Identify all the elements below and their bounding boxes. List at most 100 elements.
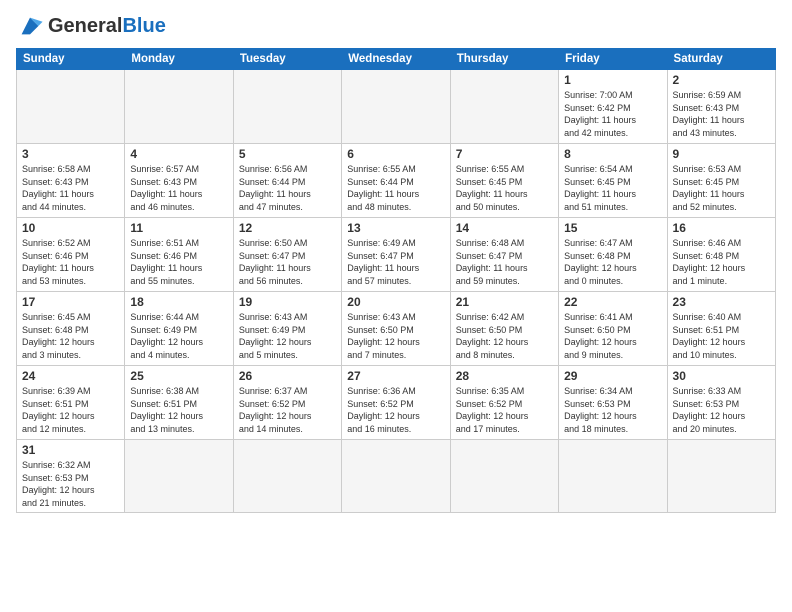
- day-info: Sunrise: 6:50 AM Sunset: 6:47 PM Dayligh…: [239, 237, 336, 287]
- day-number: 28: [456, 369, 553, 383]
- calendar-cell: 4 Sunrise: 6:57 AM Sunset: 6:43 PM Daylig…: [125, 144, 233, 218]
- weekday-header-row: Sunday Monday Tuesday Wednesday Thursday…: [17, 49, 776, 70]
- day-info: Sunrise: 6:49 AM Sunset: 6:47 PM Dayligh…: [347, 237, 444, 287]
- calendar-cell: [125, 440, 233, 513]
- calendar-cell: 9Sunrise: 6:53 AM Sunset: 6:45 PM Daylig…: [667, 144, 775, 218]
- day-number: 11: [130, 221, 227, 235]
- day-info: Sunrise: 6:56 AM Sunset: 6:44 PM Dayligh…: [239, 163, 336, 213]
- day-info: Sunrise: 6:51 AM Sunset: 6:46 PM Dayligh…: [130, 237, 227, 287]
- calendar-cell: 10 Sunrise: 6:52 AM Sunset: 6:46 PM Dayli…: [17, 218, 125, 292]
- day-number: 19: [239, 295, 336, 309]
- week-row: 10 Sunrise: 6:52 AM Sunset: 6:46 PM Dayli…: [17, 218, 776, 292]
- day-number: 16: [673, 221, 770, 235]
- day-number: 21: [456, 295, 553, 309]
- col-tuesday: Tuesday: [233, 49, 341, 70]
- day-number: 6: [347, 147, 444, 161]
- calendar-cell: 17 Sunrise: 6:45 AM Sunset: 6:48 PM Dayli…: [17, 292, 125, 366]
- week-row: 31Sunrise: 6:32 AM Sunset: 6:53 PM Dayli…: [17, 440, 776, 513]
- day-number: 15: [564, 221, 661, 235]
- day-number: 25: [130, 369, 227, 383]
- week-row: 1 Sunrise: 7:00 AM Sunset: 6:42 PM Daylig…: [17, 70, 776, 144]
- day-info: Sunrise: 6:55 AM Sunset: 6:44 PM Dayligh…: [347, 163, 444, 213]
- page: GeneralBlue Sunday Monday Tuesday Wednes…: [0, 0, 792, 612]
- day-info: Sunrise: 6:57 AM Sunset: 6:43 PM Dayligh…: [130, 163, 227, 213]
- calendar-cell: 16 Sunrise: 6:46 AM Sunset: 6:48 PM Dayli…: [667, 218, 775, 292]
- day-info: Sunrise: 6:52 AM Sunset: 6:46 PM Dayligh…: [22, 237, 119, 287]
- col-saturday: Saturday: [667, 49, 775, 70]
- calendar-cell: 22Sunrise: 6:41 AM Sunset: 6:50 PM Dayli…: [559, 292, 667, 366]
- day-info: Sunrise: 6:44 AM Sunset: 6:49 PM Dayligh…: [130, 311, 227, 361]
- calendar-cell: [342, 440, 450, 513]
- calendar-cell: 19 Sunrise: 6:43 AM Sunset: 6:49 PM Dayli…: [233, 292, 341, 366]
- day-info: Sunrise: 6:47 AM Sunset: 6:48 PM Dayligh…: [564, 237, 661, 287]
- day-number: 27: [347, 369, 444, 383]
- calendar-cell: 8 Sunrise: 6:54 AM Sunset: 6:45 PM Daylig…: [559, 144, 667, 218]
- day-info: Sunrise: 6:43 AM Sunset: 6:49 PM Dayligh…: [239, 311, 336, 361]
- day-number: 17: [22, 295, 119, 309]
- day-number: 26: [239, 369, 336, 383]
- calendar-cell: [559, 440, 667, 513]
- day-number: 10: [22, 221, 119, 235]
- col-sunday: Sunday: [17, 49, 125, 70]
- calendar-cell: 18 Sunrise: 6:44 AM Sunset: 6:49 PM Dayli…: [125, 292, 233, 366]
- day-number: 5: [239, 147, 336, 161]
- calendar-cell: 25Sunrise: 6:38 AM Sunset: 6:51 PM Dayli…: [125, 366, 233, 440]
- day-number: 4: [130, 147, 227, 161]
- day-info: Sunrise: 6:55 AM Sunset: 6:45 PM Dayligh…: [456, 163, 553, 213]
- day-info: Sunrise: 6:40 AM Sunset: 6:51 PM Dayligh…: [673, 311, 770, 361]
- calendar-cell: 31Sunrise: 6:32 AM Sunset: 6:53 PM Dayli…: [17, 440, 125, 513]
- day-number: 29: [564, 369, 661, 383]
- col-thursday: Thursday: [450, 49, 558, 70]
- calendar-cell: 12Sunrise: 6:50 AM Sunset: 6:47 PM Dayli…: [233, 218, 341, 292]
- calendar-cell: 21 Sunrise: 6:42 AM Sunset: 6:50 PM Dayli…: [450, 292, 558, 366]
- calendar-cell: 11 Sunrise: 6:51 AM Sunset: 6:46 PM Dayli…: [125, 218, 233, 292]
- calendar-table: Sunday Monday Tuesday Wednesday Thursday…: [16, 48, 776, 513]
- calendar-cell: 23 Sunrise: 6:40 AM Sunset: 6:51 PM Dayli…: [667, 292, 775, 366]
- logo: GeneralBlue: [16, 12, 166, 40]
- calendar-cell: 3Sunrise: 6:58 AM Sunset: 6:43 PM Daylig…: [17, 144, 125, 218]
- calendar-cell: [342, 70, 450, 144]
- calendar-cell: 2Sunrise: 6:59 AM Sunset: 6:43 PM Daylig…: [667, 70, 775, 144]
- calendar-cell: 14 Sunrise: 6:48 AM Sunset: 6:47 PM Dayli…: [450, 218, 558, 292]
- day-info: Sunrise: 6:37 AM Sunset: 6:52 PM Dayligh…: [239, 385, 336, 435]
- week-row: 3Sunrise: 6:58 AM Sunset: 6:43 PM Daylig…: [17, 144, 776, 218]
- header: GeneralBlue: [16, 12, 776, 40]
- generalblue-logo-icon: [16, 12, 44, 40]
- day-number: 23: [673, 295, 770, 309]
- calendar-cell: 15 Sunrise: 6:47 AM Sunset: 6:48 PM Dayli…: [559, 218, 667, 292]
- col-wednesday: Wednesday: [342, 49, 450, 70]
- calendar-cell: [233, 440, 341, 513]
- calendar-cell: [125, 70, 233, 144]
- day-info: Sunrise: 6:48 AM Sunset: 6:47 PM Dayligh…: [456, 237, 553, 287]
- day-number: 24: [22, 369, 119, 383]
- calendar-cell: [450, 70, 558, 144]
- day-info: Sunrise: 6:35 AM Sunset: 6:52 PM Dayligh…: [456, 385, 553, 435]
- calendar-cell: 30Sunrise: 6:33 AM Sunset: 6:53 PM Dayli…: [667, 366, 775, 440]
- day-info: Sunrise: 6:54 AM Sunset: 6:45 PM Dayligh…: [564, 163, 661, 213]
- calendar-cell: 7 Sunrise: 6:55 AM Sunset: 6:45 PM Daylig…: [450, 144, 558, 218]
- week-row: 17 Sunrise: 6:45 AM Sunset: 6:48 PM Dayli…: [17, 292, 776, 366]
- day-number: 7: [456, 147, 553, 161]
- day-info: Sunrise: 7:00 AM Sunset: 6:42 PM Dayligh…: [564, 89, 661, 139]
- day-number: 1: [564, 73, 661, 87]
- day-number: 8: [564, 147, 661, 161]
- day-number: 14: [456, 221, 553, 235]
- day-info: Sunrise: 6:34 AM Sunset: 6:53 PM Dayligh…: [564, 385, 661, 435]
- day-number: 22: [564, 295, 661, 309]
- day-info: Sunrise: 6:36 AM Sunset: 6:52 PM Dayligh…: [347, 385, 444, 435]
- day-number: 13: [347, 221, 444, 235]
- day-info: Sunrise: 6:45 AM Sunset: 6:48 PM Dayligh…: [22, 311, 119, 361]
- week-row: 24Sunrise: 6:39 AM Sunset: 6:51 PM Dayli…: [17, 366, 776, 440]
- calendar-cell: 26 Sunrise: 6:37 AM Sunset: 6:52 PM Dayli…: [233, 366, 341, 440]
- day-info: Sunrise: 6:58 AM Sunset: 6:43 PM Dayligh…: [22, 163, 119, 213]
- day-number: 2: [673, 73, 770, 87]
- day-number: 18: [130, 295, 227, 309]
- calendar-cell: [233, 70, 341, 144]
- day-number: 31: [22, 443, 119, 457]
- day-info: Sunrise: 6:42 AM Sunset: 6:50 PM Dayligh…: [456, 311, 553, 361]
- day-info: Sunrise: 6:46 AM Sunset: 6:48 PM Dayligh…: [673, 237, 770, 287]
- calendar-cell: 5 Sunrise: 6:56 AM Sunset: 6:44 PM Daylig…: [233, 144, 341, 218]
- day-info: Sunrise: 6:53 AM Sunset: 6:45 PM Dayligh…: [673, 163, 770, 213]
- calendar-cell: 24Sunrise: 6:39 AM Sunset: 6:51 PM Dayli…: [17, 366, 125, 440]
- logo-text: GeneralBlue: [48, 16, 166, 36]
